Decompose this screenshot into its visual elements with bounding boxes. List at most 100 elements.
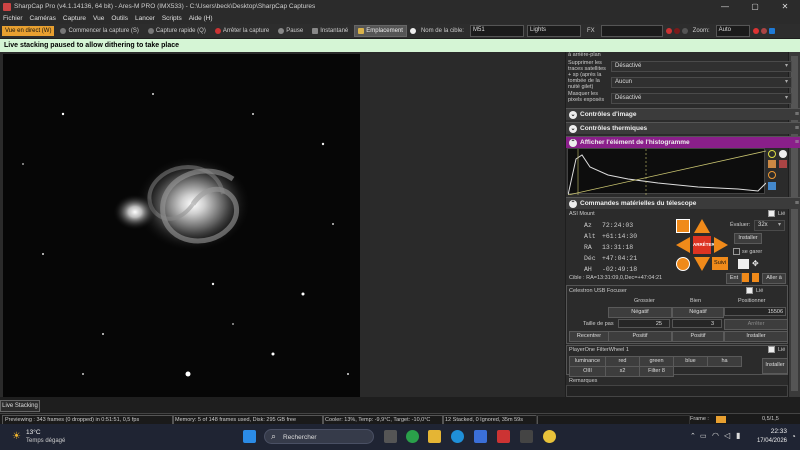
star-map-icon[interactable]: [738, 259, 749, 269]
move-icon[interactable]: ✥: [752, 259, 761, 269]
focuser-install-button[interactable]: Installer: [724, 331, 788, 342]
close-button[interactable]: ✕: [770, 0, 800, 13]
chrome-icon[interactable]: [543, 430, 556, 443]
histogram-reset-icon[interactable]: [768, 171, 776, 179]
recenter-button[interactable]: Recentrer: [569, 331, 609, 342]
battery-icon[interactable]: ▮: [736, 431, 740, 440]
menu-lancer[interactable]: Lancer: [135, 15, 155, 22]
north-arrow-icon[interactable]: [694, 219, 710, 233]
live-stacking-tab[interactable]: Live Stacking: [0, 400, 40, 412]
menu-scripts[interactable]: Scripts: [162, 15, 182, 22]
fine-negative-button[interactable]: Négatif: [672, 307, 724, 318]
app-green-icon[interactable]: [406, 430, 419, 443]
file-explorer-icon[interactable]: [428, 430, 441, 443]
goto-button[interactable]: Aller à: [762, 273, 786, 284]
west-arrow-icon[interactable]: [676, 237, 690, 253]
filter-ha-button[interactable]: ha: [707, 356, 742, 367]
menu-icon[interactable]: ≡: [795, 123, 799, 134]
menu-capture[interactable]: Capture: [63, 15, 86, 22]
wifi-icon[interactable]: ◠: [712, 431, 719, 440]
coarse-step-input[interactable]: 25: [618, 319, 670, 328]
app-dark-icon[interactable]: [520, 430, 533, 443]
menu-icon[interactable]: ≡: [795, 109, 799, 120]
start-capture-button[interactable]: Commencer la capture (S): [57, 26, 141, 36]
histogram-plot[interactable]: [567, 148, 767, 196]
focuser-linked-checkbox[interactable]: [746, 287, 753, 294]
clock-time[interactable]: 22:33: [755, 428, 787, 435]
store-icon[interactable]: [474, 430, 487, 443]
stop-mount-button[interactable]: ARRÊTER: [693, 236, 715, 254]
snapshot-button[interactable]: Instantané: [309, 26, 351, 36]
coarse-negative-button[interactable]: Négatif: [608, 307, 672, 318]
stop-capture-button[interactable]: Arrêter la capture: [212, 26, 272, 36]
histogram-info-icon[interactable]: [768, 150, 776, 158]
zoom-reset-icon[interactable]: [760, 28, 767, 34]
fx-reticle-icon[interactable]: [681, 28, 688, 34]
menu-outils[interactable]: Outils: [111, 15, 128, 22]
filter-blue-button[interactable]: blue: [673, 356, 708, 367]
mount-install-button[interactable]: Installer: [734, 233, 762, 244]
direction-mode-icon[interactable]: [676, 219, 690, 233]
volume-icon[interactable]: ◁: [724, 431, 730, 440]
histogram-contrast-icon[interactable]: [779, 150, 787, 158]
goto-down-icon[interactable]: [752, 273, 759, 282]
tracking-button[interactable]: Suivi: [712, 257, 728, 270]
pen-icon[interactable]: [768, 28, 775, 34]
notification-bell-icon[interactable]: ◔: [791, 432, 796, 441]
remarks-textarea[interactable]: [566, 385, 788, 397]
save-icon[interactable]: [768, 182, 776, 190]
clock-date[interactable]: 17/04/2026: [752, 438, 787, 444]
satellite-trails-select[interactable]: Désactivé: [611, 61, 792, 72]
filterwheel-linked-checkbox[interactable]: [768, 346, 775, 353]
frame-type-select[interactable]: Lights: [526, 25, 581, 37]
histogram-target-icon[interactable]: [779, 160, 787, 168]
windows-start-icon[interactable]: [243, 430, 256, 443]
task-view-icon[interactable]: [384, 430, 397, 443]
fine-step-input[interactable]: 3: [672, 319, 722, 328]
edge-icon[interactable]: [451, 430, 464, 443]
tray-chevron-icon[interactable]: ⌃: [690, 432, 696, 440]
menu-icon[interactable]: ≡: [795, 137, 799, 148]
mask-pixels-select[interactable]: Désactivé: [611, 93, 792, 104]
target-input[interactable]: M51: [469, 25, 524, 37]
pause-button[interactable]: Pause: [275, 26, 306, 36]
menu-aide[interactable]: Aide (H): [189, 15, 213, 22]
menu-cameras[interactable]: Caméras: [30, 15, 56, 22]
fx-select[interactable]: [600, 25, 663, 37]
tray-network-icon[interactable]: ▭: [700, 432, 707, 440]
minimize-button[interactable]: —: [710, 0, 740, 13]
image-controls-header[interactable]: ⌄ Contrôles d'image ≡: [566, 108, 800, 120]
zoom-select[interactable]: Auto: [715, 25, 750, 37]
focuser-stop-button[interactable]: Arrêter: [724, 319, 788, 330]
mode-select[interactable]: Aucun: [611, 77, 792, 88]
goto-enter-button[interactable]: Ent: [726, 273, 742, 284]
south-arrow-icon[interactable]: [694, 257, 710, 271]
fx-record-icon[interactable]: [665, 28, 672, 34]
live-image[interactable]: [3, 54, 360, 397]
crosshair-icon[interactable]: [676, 257, 690, 271]
sharpcap-taskbar-icon[interactable]: [497, 430, 510, 443]
maximize-button[interactable]: ▢: [740, 0, 770, 13]
coarse-positive-button[interactable]: Positif: [608, 331, 672, 342]
park-checkbox[interactable]: [733, 248, 740, 255]
scrollbar-thumb[interactable]: [791, 56, 798, 391]
menu-fichier[interactable]: Fichier: [3, 15, 23, 22]
filter-oiii-button[interactable]: OIII: [569, 366, 606, 377]
zoom-settings-icon[interactable]: [752, 28, 759, 34]
taskbar-search[interactable]: ⌕ Rechercher: [264, 429, 374, 444]
mount-linked-checkbox[interactable]: [768, 210, 775, 217]
goto-arrow-icon[interactable]: [742, 273, 749, 282]
live-view-button[interactable]: Vue en direct (W): [2, 26, 55, 36]
filter-s2-button[interactable]: s2: [605, 366, 640, 377]
menu-vue[interactable]: Vue: [93, 15, 104, 22]
histogram-header[interactable]: ⌃ Afficher l'élément de l'histogramme ≡: [566, 136, 800, 148]
histogram-stretch-icon[interactable]: [768, 160, 776, 168]
fine-positive-button[interactable]: Positif: [672, 331, 724, 342]
east-arrow-icon[interactable]: [714, 237, 728, 253]
menu-icon[interactable]: ≡: [795, 198, 799, 209]
slew-rate-select[interactable]: 32x: [754, 220, 785, 231]
fx-grid-icon[interactable]: [673, 28, 680, 34]
telescope-controls-header[interactable]: ⌃ Commandes matérielles du télescope ≡: [566, 197, 800, 209]
location-button[interactable]: Emplacement: [354, 25, 407, 37]
focuser-position-input[interactable]: 15506: [724, 307, 786, 316]
